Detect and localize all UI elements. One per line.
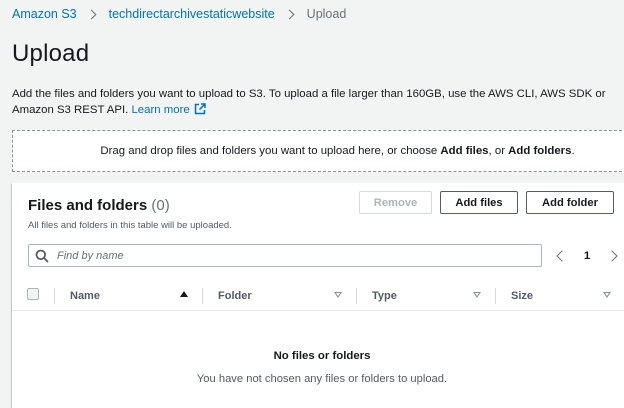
- current-page[interactable]: 1: [584, 250, 590, 262]
- breadcrumb-item-current: Upload: [306, 7, 347, 21]
- panel-header: Files and folders (0) All files and fold…: [12, 183, 624, 232]
- upload-dropzone[interactable]: Drag and drop files and folders you want…: [12, 130, 624, 172]
- sort-icon[interactable]: [473, 292, 481, 298]
- breadcrumb-item-bucket[interactable]: techdirectarchivestaticwebsite: [109, 7, 275, 21]
- page-title: Upload: [12, 40, 90, 67]
- breadcrumb: Amazon S3 techdirectarchivestaticwebsite…: [12, 6, 346, 22]
- dropzone-text-before: Drag and drop files and folders you want…: [100, 145, 441, 157]
- external-link-icon: [194, 103, 206, 115]
- add-folder-button[interactable]: Add folder: [526, 191, 614, 214]
- column-header-name[interactable]: Name: [70, 281, 100, 311]
- chevron-right-icon: [284, 9, 295, 19]
- pagination: 1: [552, 244, 622, 267]
- learn-more-link[interactable]: Learn more: [131, 103, 206, 116]
- dropzone-add-folders: Add folders: [508, 145, 572, 157]
- chevron-left-icon[interactable]: [556, 249, 568, 262]
- search-icon: [35, 249, 49, 263]
- empty-state-title: No files or folders: [273, 350, 371, 362]
- table-header: Name Folder Type Size: [12, 281, 624, 311]
- breadcrumb-item-amazon-s3[interactable]: Amazon S3: [12, 7, 77, 21]
- files-and-folders-panel: Files and folders (0) All files and fold…: [12, 183, 624, 408]
- column-divider: [54, 288, 55, 304]
- file-count: (0): [151, 197, 170, 214]
- chevron-right-icon[interactable]: [606, 249, 618, 262]
- select-all-checkbox[interactable]: [27, 288, 39, 300]
- add-files-button[interactable]: Add files: [440, 191, 518, 214]
- dropzone-text-middle: , or: [488, 145, 509, 157]
- search-input[interactable]: [57, 249, 517, 262]
- column-header-size[interactable]: Size: [511, 281, 533, 311]
- column-header-folder[interactable]: Folder: [218, 281, 252, 311]
- panel-description: All files and folders in this table will…: [28, 220, 232, 231]
- chevron-right-icon: [86, 9, 97, 19]
- sort-icon[interactable]: [334, 292, 342, 298]
- sort-ascending-icon[interactable]: [180, 291, 188, 297]
- remove-button[interactable]: Remove: [359, 191, 432, 214]
- dropzone-add-files: Add files: [440, 145, 489, 157]
- panel-title-text: Files and folders: [28, 197, 148, 214]
- column-divider: [495, 288, 496, 304]
- column-divider: [356, 288, 357, 304]
- dropzone-text: Drag and drop files and folders you want…: [100, 145, 574, 157]
- panel-title: Files and folders (0): [28, 197, 170, 214]
- learn-more-label: Learn more: [131, 104, 190, 116]
- sort-icon[interactable]: [603, 292, 611, 298]
- empty-state-description: You have not chosen any files or folders…: [196, 373, 448, 385]
- column-header-type[interactable]: Type: [372, 281, 397, 311]
- search-field[interactable]: [28, 244, 542, 267]
- column-divider: [202, 288, 203, 304]
- page-description: Add the files and folders you want to up…: [12, 86, 624, 118]
- description-text: Add the files and folders you want to up…: [12, 88, 606, 116]
- dropzone-text-after: .: [571, 145, 575, 157]
